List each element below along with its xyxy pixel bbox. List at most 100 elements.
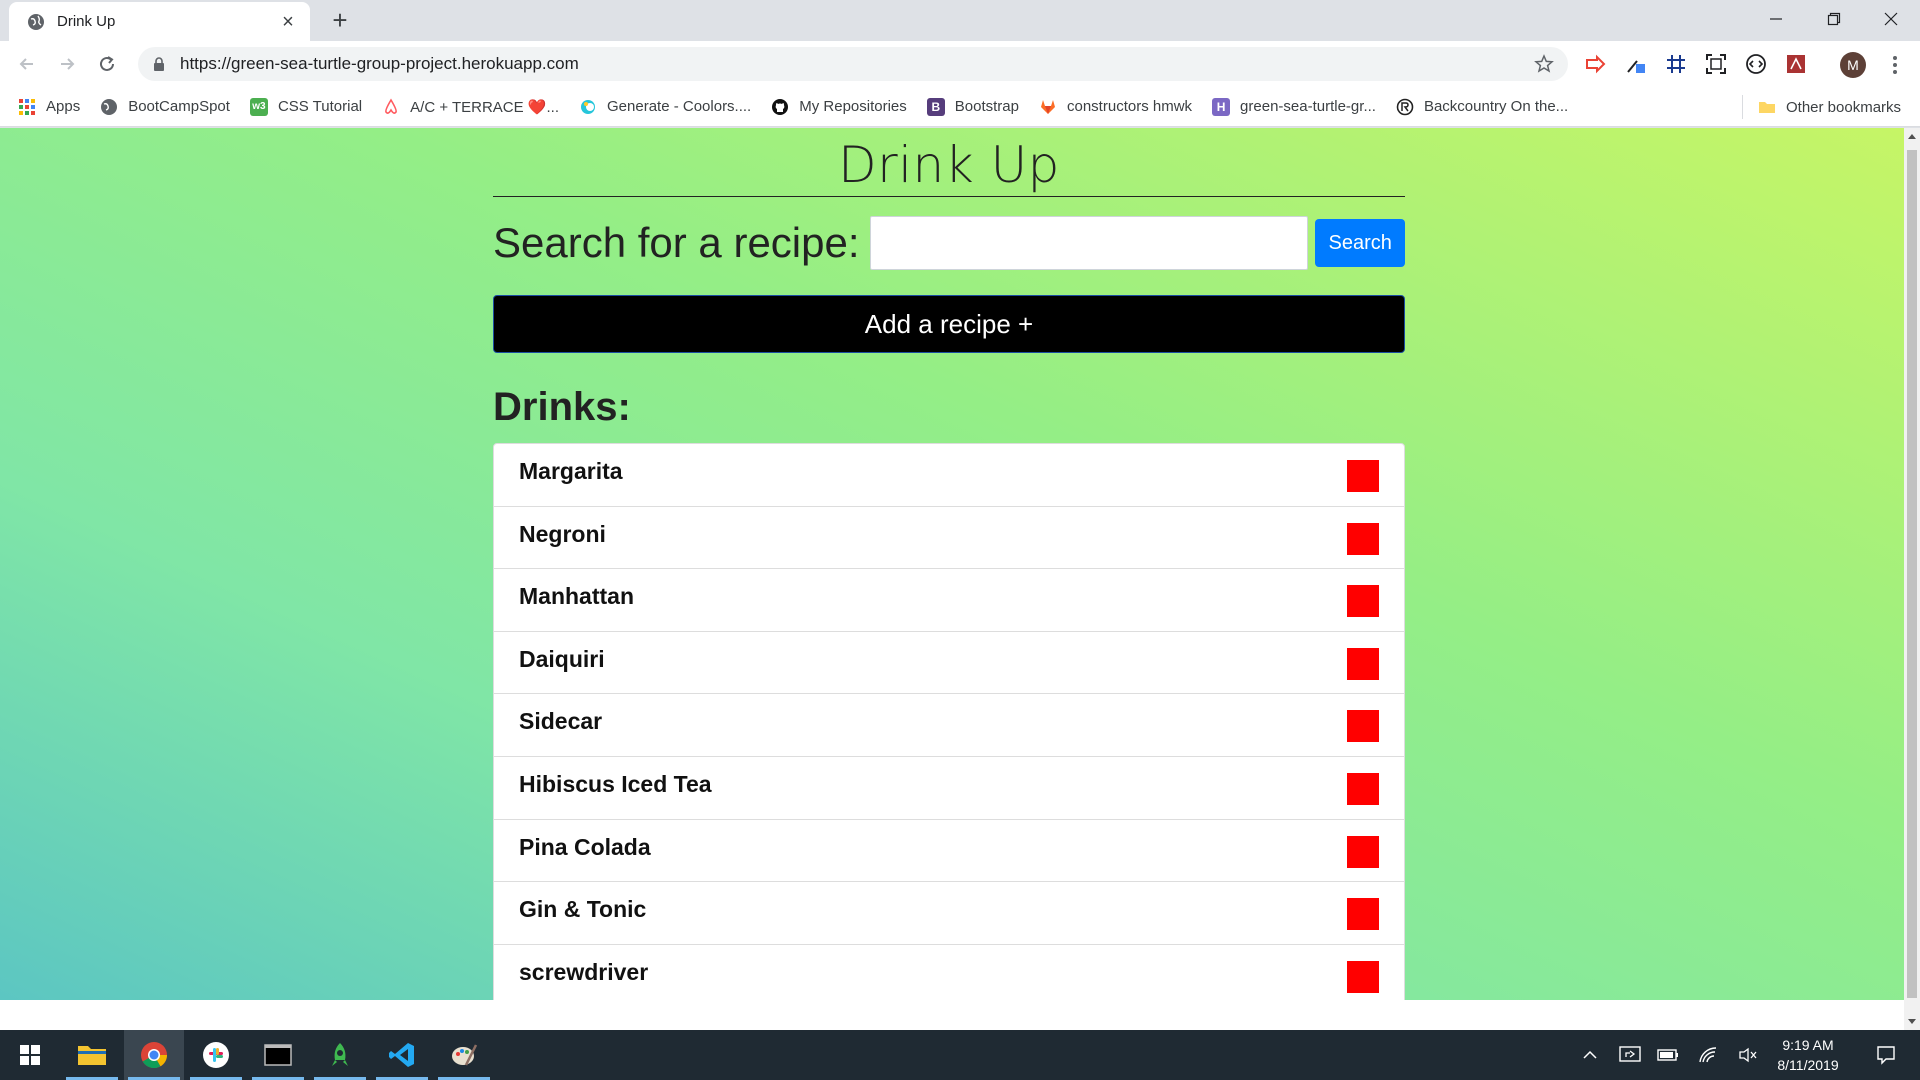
taskbar-slack[interactable] — [186, 1030, 246, 1080]
tray-notifications-icon[interactable] — [1866, 1030, 1906, 1080]
bookmarks-bar: Apps BootCampSpot w3 CSS Tutorial A/C + … — [0, 87, 1920, 127]
delete-drink-button[interactable] — [1347, 960, 1379, 993]
other-bookmarks[interactable]: Other bookmarks — [1758, 93, 1901, 121]
profile-avatar[interactable]: M — [1840, 52, 1866, 78]
bookmark-green-sea-turtle[interactable]: H green-sea-turtle-gr... — [1212, 93, 1376, 121]
drink-name[interactable]: Hibiscus Iced Tea — [519, 771, 712, 798]
scroll-down-icon[interactable] — [1908, 1019, 1916, 1024]
chrome-menu-icon[interactable] — [1885, 51, 1905, 79]
extension-pdf-icon[interactable] — [1784, 52, 1808, 76]
bootstrap-icon: B — [926, 97, 945, 116]
search-button[interactable]: Search — [1315, 219, 1405, 267]
drink-name[interactable]: Gin & Tonic — [519, 896, 646, 923]
bookmark-bootcampspot[interactable]: BootCampSpot — [100, 93, 230, 121]
tray-network-monitor-icon[interactable] — [1616, 1030, 1644, 1080]
extension-screenshot-icon[interactable] — [1704, 52, 1728, 76]
taskbar-chrome[interactable] — [124, 1030, 184, 1080]
page-scrollbar[interactable] — [1904, 128, 1920, 1030]
bookmark-airbnb[interactable]: A/C + TERRACE ❤️... — [382, 93, 559, 121]
extension-cast-icon[interactable] — [1583, 52, 1607, 76]
taskbar-vscode[interactable] — [372, 1030, 432, 1080]
taskbar-gitkraken[interactable] — [310, 1030, 370, 1080]
bookmark-constructors-hmwk[interactable]: constructors hmwk — [1039, 93, 1192, 121]
windows-logo-icon — [20, 1045, 40, 1065]
back-arrow-icon — [19, 58, 33, 70]
delete-drink-button[interactable] — [1347, 835, 1379, 868]
tray-battery-icon[interactable] — [1654, 1030, 1682, 1080]
delete-drink-button[interactable] — [1347, 898, 1379, 931]
delete-drink-button[interactable] — [1347, 772, 1379, 805]
drink-item[interactable]: Gin & Tonic — [494, 882, 1404, 945]
drink-name[interactable]: Pina Colada — [519, 834, 651, 861]
reload-button[interactable] — [93, 50, 121, 78]
address-bar[interactable]: https://green-sea-turtle-group-project.h… — [138, 47, 1568, 81]
new-tab-button[interactable]: + — [326, 6, 354, 34]
drink-item[interactable]: Manhattan — [494, 569, 1404, 632]
bookmark-my-repositories[interactable]: My Repositories — [771, 93, 907, 121]
drink-name[interactable]: Sidecar — [519, 708, 602, 735]
forward-arrow-icon — [61, 58, 75, 70]
delete-drink-button[interactable] — [1347, 460, 1379, 492]
delete-drink-button[interactable] — [1347, 585, 1379, 618]
drink-name[interactable]: Negroni — [519, 521, 606, 548]
bookmark-star-icon[interactable] — [1534, 54, 1554, 74]
extension-eyedropper-icon[interactable] — [1624, 52, 1648, 76]
drink-item[interactable]: Hibiscus Iced Tea — [494, 757, 1404, 820]
taskbar-terminal[interactable] — [248, 1030, 308, 1080]
windows-taskbar: 9:19 AM 8/11/2019 — [0, 1030, 1920, 1080]
drink-item[interactable]: Negroni — [494, 507, 1404, 570]
drink-item[interactable]: Sidecar — [494, 694, 1404, 757]
forward-button[interactable] — [53, 50, 81, 78]
drink-name[interactable]: Margarita — [519, 458, 623, 485]
folder-icon — [1759, 102, 1775, 113]
scrollbar-thumb[interactable] — [1907, 150, 1917, 998]
slack-icon — [203, 1042, 229, 1068]
close-window-button[interactable] — [1863, 0, 1919, 38]
back-button[interactable] — [13, 50, 41, 78]
coolors-icon — [581, 99, 595, 114]
bookmark-label: BootCampSpot — [128, 98, 230, 115]
page-viewport: Drink Up Search for a recipe: Search Add… — [0, 128, 1904, 1000]
drink-name[interactable]: screwdriver — [519, 959, 648, 986]
restore-button[interactable] — [1806, 0, 1862, 38]
tray-chevron-up-icon[interactable] — [1578, 1030, 1602, 1080]
drink-item[interactable]: Pina Colada — [494, 820, 1404, 883]
delete-drink-button[interactable] — [1347, 710, 1379, 743]
rocket-icon — [332, 1043, 348, 1066]
taskbar-file-explorer[interactable] — [62, 1030, 122, 1080]
clock-time: 9:19 AM — [1782, 1037, 1834, 1053]
bookmark-label: Apps — [46, 98, 81, 115]
delete-drink-button[interactable] — [1347, 647, 1379, 680]
tab-drink-up[interactable]: Drink Up × — [9, 2, 310, 41]
delete-drink-button[interactable] — [1347, 522, 1379, 555]
search-input[interactable] — [869, 216, 1309, 270]
taskbar-clock[interactable]: 9:19 AM 8/11/2019 — [1758, 1035, 1858, 1075]
tab-close-icon[interactable]: × — [278, 12, 298, 32]
folder-icon — [78, 1046, 106, 1065]
drink-name[interactable]: Manhattan — [519, 583, 634, 610]
add-recipe-button[interactable]: Add a recipe + — [493, 295, 1405, 353]
extension-code-icon[interactable] — [1744, 52, 1768, 76]
tray-wifi-icon[interactable] — [1694, 1030, 1722, 1080]
extension-grid-icon[interactable] — [1664, 52, 1688, 76]
scroll-up-icon[interactable] — [1908, 134, 1916, 139]
drink-item[interactable]: screwdriver — [494, 945, 1404, 1000]
drink-item[interactable]: Daiquiri — [494, 632, 1404, 695]
reload-icon — [100, 56, 114, 71]
bookmark-apps[interactable]: Apps — [18, 93, 80, 121]
drink-item[interactable]: Margarita — [494, 444, 1404, 507]
bookmark-label: Bootstrap — [954, 98, 1019, 115]
bookmark-coolors[interactable]: Generate - Coolors.... — [579, 93, 751, 121]
tab-strip: Drink Up × + — [0, 0, 1920, 41]
bookmark-label: Backcountry On the... — [1423, 98, 1569, 115]
tab-title: Drink Up — [57, 13, 116, 30]
drink-name[interactable]: Daiquiri — [519, 646, 605, 673]
minimize-button[interactable] — [1748, 0, 1804, 38]
globe-icon — [101, 98, 118, 115]
paint-palette-icon — [452, 1044, 478, 1066]
start-button[interactable] — [0, 1030, 60, 1080]
bookmark-css-tutorial[interactable]: w3 CSS Tutorial — [249, 93, 362, 121]
bookmark-bootstrap[interactable]: B Bootstrap — [926, 93, 1019, 121]
bookmark-backcountry[interactable]: Backcountry On the... — [1396, 93, 1568, 121]
taskbar-paint[interactable] — [434, 1030, 494, 1080]
